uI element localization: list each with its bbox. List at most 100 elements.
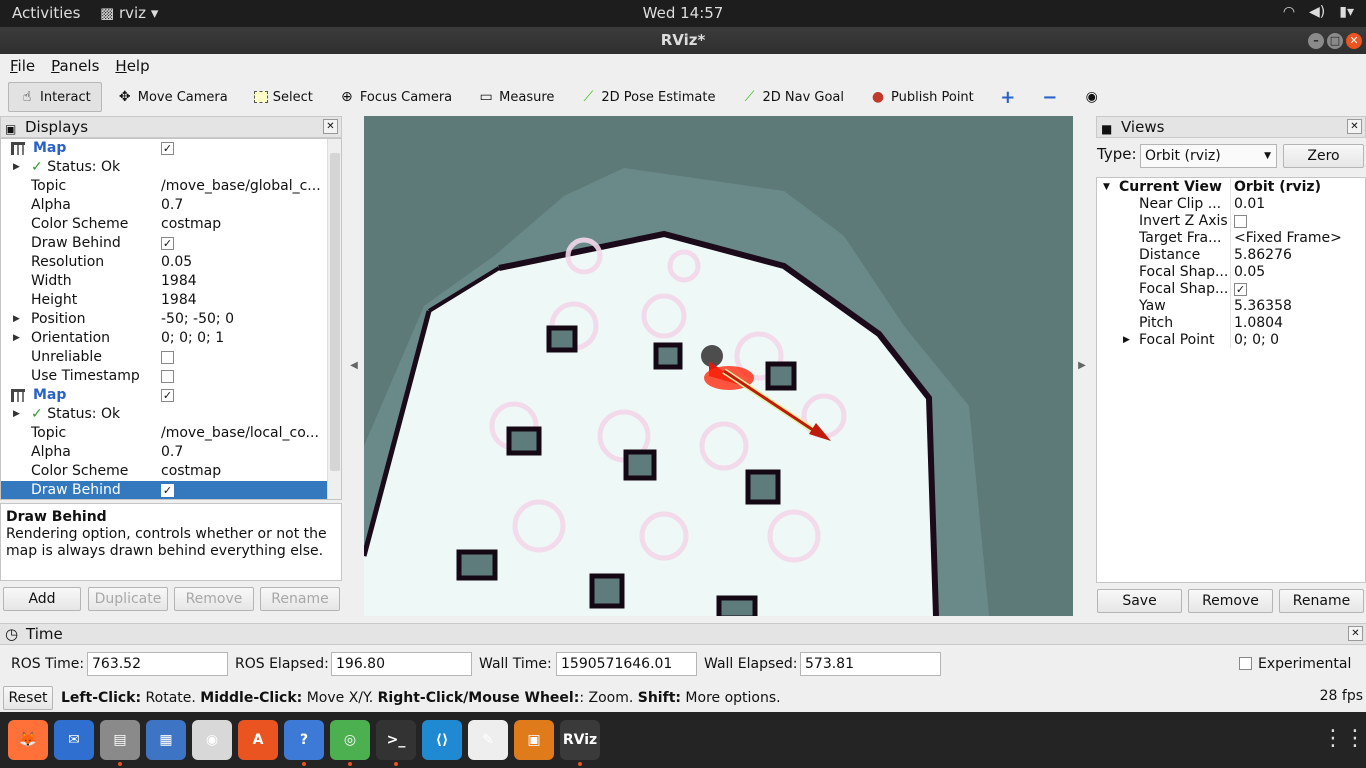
remove-display-button[interactable]: Remove [174, 587, 254, 611]
display-property-row[interactable]: ▶ Orientation 0; 0; 0; 1 [1, 329, 341, 348]
view-property-value[interactable]: <Fixed Frame> [1234, 230, 1342, 247]
view-property-value[interactable]: 0.05 [1234, 264, 1265, 281]
checkbox[interactable] [161, 369, 174, 383]
display-property-row[interactable]: Alpha 0.7 [1, 443, 341, 462]
menu-file[interactable]: File [10, 57, 35, 75]
display-map-row[interactable]: Map ✓ [1, 386, 341, 405]
property-value[interactable]: costmap [161, 215, 326, 234]
property-value[interactable]: 0.7 [161, 196, 326, 215]
text-editor-icon[interactable]: ✎ [468, 720, 508, 760]
publish-point-tool[interactable]: ● Publish Point [859, 82, 985, 112]
clock[interactable]: Wed 14:57 [0, 4, 1366, 22]
display-property-row[interactable]: Use Timestamp [1, 367, 341, 386]
focus-camera-tool[interactable]: ⊕ Focus Camera [328, 82, 463, 112]
view-property-row[interactable]: Invert Z Axis [1097, 213, 1365, 230]
collapse-left-handle[interactable]: ◀ [346, 116, 362, 616]
duplicate-button[interactable]: Duplicate [88, 587, 168, 611]
view-property-value[interactable]: 1.0804 [1234, 315, 1283, 332]
view-property-row[interactable]: Focal Shap... 0.05 [1097, 264, 1365, 281]
property-value[interactable]: 0.05 [161, 253, 326, 272]
display-property-row[interactable]: ▶ Position -50; -50; 0 [1, 310, 341, 329]
view-property-row[interactable]: Target Fra... <Fixed Frame> [1097, 230, 1365, 247]
checkbox[interactable] [1234, 214, 1247, 228]
close-panel-icon[interactable]: ✕ [323, 119, 338, 134]
writer-icon[interactable]: ▦ [146, 720, 186, 760]
app-menu[interactable]: ▩ rviz ▾ [100, 4, 158, 22]
tool-properties-button[interactable]: ◉ [1073, 82, 1111, 112]
add-tool-button[interactable]: + [989, 82, 1027, 112]
menu-help[interactable]: Help [115, 57, 149, 75]
close-panel-icon[interactable]: ✕ [1348, 626, 1363, 641]
view-property-value[interactable]: 0; 0; 0 [1234, 332, 1279, 349]
property-value[interactable]: costmap [161, 462, 326, 481]
view-property-row[interactable]: Distance 5.86276 [1097, 247, 1365, 264]
display-property-row[interactable]: ▶ ✓ Status: Ok [1, 405, 341, 424]
display-property-row[interactable]: Draw Behind ✓ [1, 481, 341, 499]
display-property-row[interactable]: Unreliable [1, 348, 341, 367]
ros-elapsed-field[interactable]: 196.80 [331, 652, 472, 676]
close-panel-icon[interactable]: ✕ [1347, 119, 1362, 134]
close-button[interactable]: ✕ [1346, 33, 1362, 49]
rviz-icon[interactable]: RViz [560, 720, 600, 760]
view-property-row[interactable]: Near Clip ... 0.01 [1097, 196, 1365, 213]
experimental-checkbox[interactable] [1239, 657, 1252, 670]
system-tray[interactable]: ◠ ◀) ▮▾ [1283, 4, 1354, 20]
current-view-row[interactable]: ▼ Current View Orbit (rviz) [1097, 179, 1365, 196]
property-value[interactable]: /move_base/local_co... [161, 424, 326, 443]
wall-elapsed-field[interactable]: 573.81 [800, 652, 941, 676]
display-property-row[interactable]: Topic/move_base/local_co... [1, 424, 341, 443]
files-icon[interactable]: ▤ [100, 720, 140, 760]
show-apps-icon[interactable]: ⋮⋮⋮ [1322, 726, 1366, 751]
select-tool[interactable]: Select [243, 82, 324, 112]
minimize-button[interactable]: – [1308, 33, 1324, 49]
display-property-row[interactable]: Width 1984 [1, 272, 341, 291]
view-property-value[interactable]: 5.36358 [1234, 298, 1292, 315]
chrome-icon[interactable]: ◎ [330, 720, 370, 760]
displays-tree[interactable]: Map ✓ ▶ ✓ Status: Ok Topic/move_base/global_… [0, 138, 342, 500]
rename-display-button[interactable]: Rename [260, 587, 340, 611]
reset-button[interactable]: Reset [3, 686, 53, 710]
property-value[interactable]: 1984 [161, 291, 326, 310]
add-button[interactable]: Add [3, 587, 81, 611]
ros-time-field[interactable]: 763.52 [87, 652, 228, 676]
display-property-row[interactable]: Resolution 0.05 [1, 253, 341, 272]
display-property-row[interactable]: Draw Behind ✓ [1, 234, 341, 253]
thunderbird-icon[interactable]: ✉ [54, 720, 94, 760]
maximize-button[interactable]: □ [1327, 33, 1343, 49]
wall-time-field[interactable]: 1590571646.01 [556, 652, 697, 676]
activities-button[interactable]: Activities [12, 4, 80, 22]
3d-viewport[interactable] [364, 116, 1073, 616]
remove-tool-button[interactable]: − [1031, 82, 1069, 112]
view-property-row[interactable]: Yaw 5.36358 [1097, 298, 1365, 315]
nav-goal-tool[interactable]: ⟋ 2D Nav Goal [730, 82, 855, 112]
collapse-right-handle[interactable]: ▶ [1074, 116, 1090, 616]
rhythmbox-icon[interactable]: ◉ [192, 720, 232, 760]
interact-tool[interactable]: ☝ Interact [8, 82, 102, 112]
vscode-icon[interactable]: ⟨⟩ [422, 720, 462, 760]
displays-scrollbar[interactable] [327, 139, 341, 499]
view-type-select[interactable]: Orbit (rviz) ▼ [1140, 144, 1277, 168]
display-property-row[interactable]: Color Scheme costmap [1, 215, 341, 234]
checkbox[interactable] [161, 350, 174, 364]
view-property-row[interactable]: Focal Shap... ✓ [1097, 281, 1365, 298]
display-property-row[interactable]: Alpha 0.7 [1, 196, 341, 215]
software-icon[interactable]: A [238, 720, 278, 760]
menu-panels[interactable]: Panels [51, 57, 99, 75]
pose-estimate-tool[interactable]: ⟋ 2D Pose Estimate [569, 82, 726, 112]
checkbox[interactable]: ✓ [161, 388, 174, 402]
terminal-icon[interactable]: >_ [376, 720, 416, 760]
display-map-row[interactable]: Map ✓ [1, 139, 341, 158]
property-value[interactable]: /move_base/global_c... [161, 177, 326, 196]
views-tree[interactable]: ▼ Current View Orbit (rviz) Near Clip ..… [1096, 177, 1366, 583]
help-icon[interactable]: ? [284, 720, 324, 760]
view-property-value[interactable]: 0.01 [1234, 196, 1265, 213]
view-property-row[interactable]: Pitch 1.0804 [1097, 315, 1365, 332]
checkbox[interactable]: ✓ [1234, 282, 1247, 296]
firefox-icon[interactable]: 🦊 [8, 720, 48, 760]
virtualbox-icon[interactable]: ▣ [514, 720, 554, 760]
view-property-value[interactable]: 5.86276 [1234, 247, 1292, 264]
checkbox[interactable]: ✓ [161, 483, 174, 497]
measure-tool[interactable]: ▭ Measure [467, 82, 565, 112]
property-value[interactable]: 1984 [161, 272, 326, 291]
property-value[interactable]: 0.7 [161, 443, 326, 462]
